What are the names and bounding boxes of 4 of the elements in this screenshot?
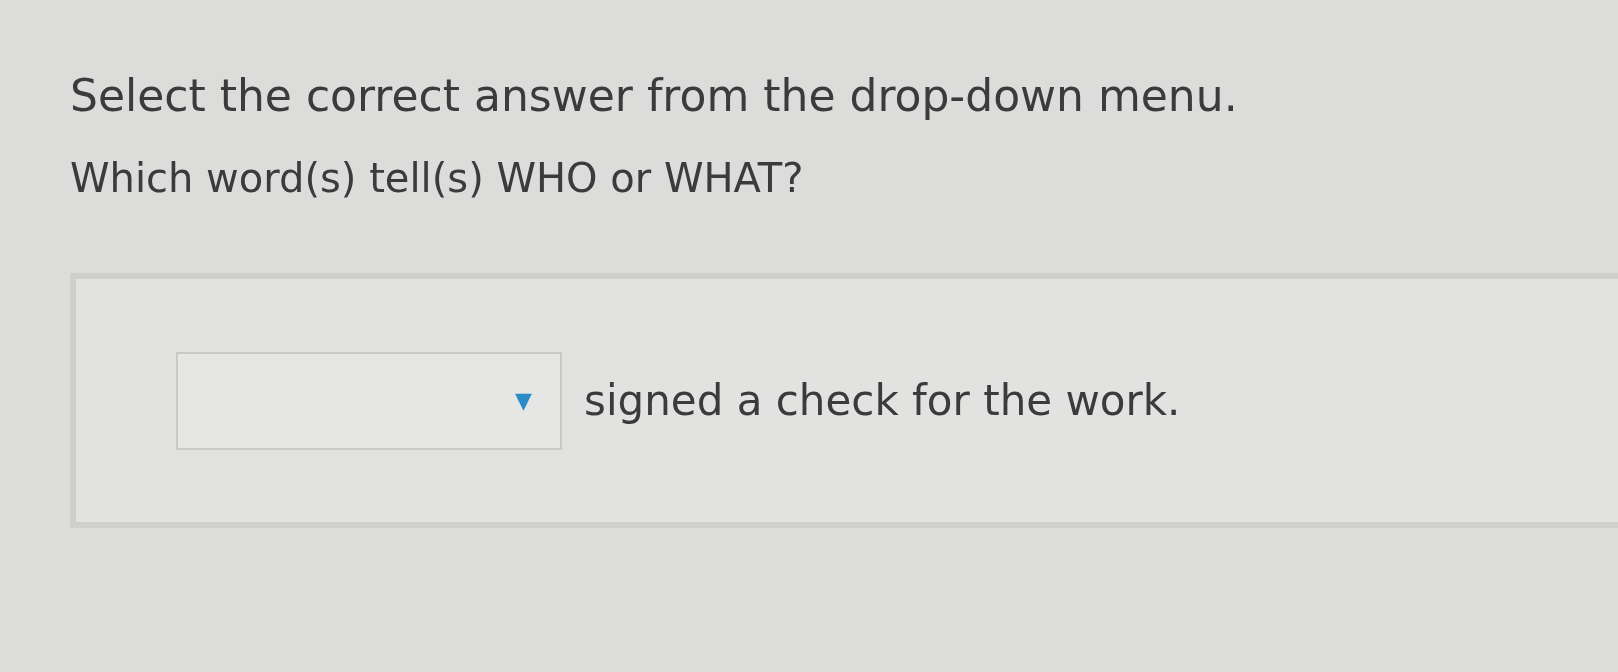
instruction-text: Select the correct answer from the drop-down menu.	[70, 69, 1239, 123]
dropdown-menu[interactable]: ▼	[176, 351, 562, 450]
sentence-text: signed a check for the work.	[584, 375, 1181, 427]
question-text: Which word(s) tell(s) WHO or WHAT?	[70, 154, 805, 203]
